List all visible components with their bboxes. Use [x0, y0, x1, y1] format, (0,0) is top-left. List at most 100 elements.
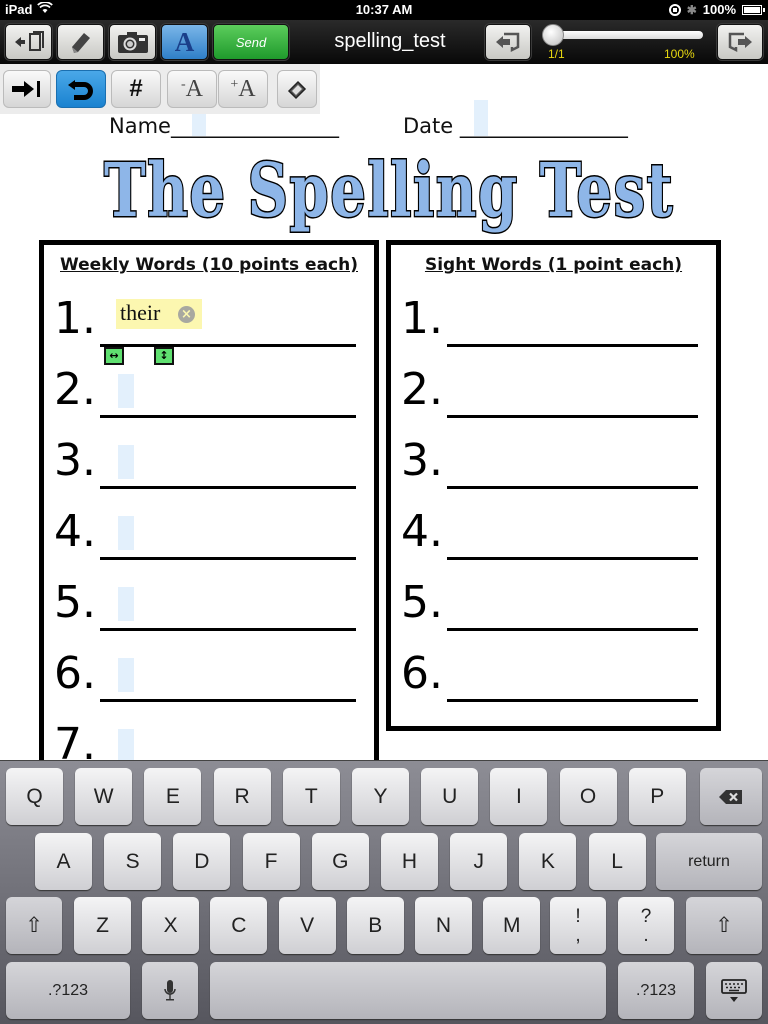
- text-tool-icon: A: [174, 26, 195, 57]
- hide-keyboard-key[interactable]: [706, 962, 762, 1019]
- answer-line: [447, 557, 698, 560]
- weekly-row: 3.: [44, 431, 374, 501]
- key-q[interactable]: Q: [6, 768, 63, 825]
- backspace-key[interactable]: [700, 768, 762, 825]
- page-indicator: 1/1: [548, 47, 565, 61]
- page-back-icon: [496, 32, 520, 53]
- text-field-cursor[interactable]: [118, 374, 134, 408]
- text-field-cursor[interactable]: [118, 516, 134, 550]
- key-e[interactable]: E: [144, 768, 202, 825]
- date-field-cursor[interactable]: [474, 100, 488, 136]
- text-field-cursor[interactable]: [118, 658, 134, 692]
- answer-line: [100, 628, 356, 631]
- increase-prefix: +: [230, 77, 239, 92]
- pen-tool-button[interactable]: [57, 24, 104, 60]
- battery-percent: 100%: [702, 2, 736, 17]
- back-to-files-button[interactable]: [5, 24, 52, 60]
- page-slider-track[interactable]: [548, 31, 703, 39]
- numbers-key-right[interactable]: .?123: [618, 962, 694, 1019]
- key-u[interactable]: U: [421, 768, 479, 825]
- sight-row-number: 2.: [401, 364, 443, 415]
- undo-button[interactable]: [56, 70, 106, 108]
- key-m[interactable]: M: [483, 897, 541, 954]
- spelling-test-title: The Spelling Test: [103, 147, 674, 236]
- key-k[interactable]: K: [519, 833, 577, 890]
- key-top-char: ?: [640, 905, 652, 927]
- camera-button[interactable]: [109, 24, 156, 60]
- text-tool-button[interactable]: A: [161, 24, 208, 60]
- pencil-icon: [71, 33, 90, 53]
- annotation-text: their: [120, 300, 161, 325]
- weekly-row: 5.: [44, 573, 374, 643]
- weekly-words-heading: Weekly Words (10 points each): [60, 255, 358, 275]
- key-r[interactable]: R: [213, 768, 271, 825]
- previous-page-button[interactable]: [485, 24, 531, 60]
- number-button[interactable]: #: [111, 70, 161, 108]
- sight-row: 5.: [391, 573, 716, 643]
- decrease-font-button[interactable]: -A: [167, 70, 217, 108]
- top-toolbar: A Send spelling_test 1/1 100%: [0, 20, 768, 64]
- weekly-row-number: 4.: [54, 506, 96, 557]
- answer-line: [447, 415, 698, 418]
- key-b[interactable]: B: [346, 897, 404, 954]
- space-bar[interactable]: [210, 962, 606, 1019]
- numbers-key-left[interactable]: .?123: [6, 962, 130, 1019]
- key-g[interactable]: G: [311, 833, 369, 890]
- dictation-key[interactable]: [142, 962, 198, 1019]
- text-annotation[interactable]: their ×: [116, 299, 202, 329]
- answer-line: [447, 344, 698, 347]
- tab-button[interactable]: [3, 70, 51, 108]
- key-c[interactable]: C: [210, 897, 268, 954]
- sight-row-number: 6.: [401, 648, 443, 699]
- annotation-delete-icon[interactable]: ×: [178, 306, 195, 323]
- eraser-icon: [287, 80, 307, 100]
- document-title: spelling_test: [334, 30, 446, 52]
- shift-key-right[interactable]: ⇧: [686, 897, 762, 954]
- key-exclaim-comma[interactable]: !,: [550, 897, 606, 954]
- key-i[interactable]: I: [490, 768, 548, 825]
- text-field-cursor[interactable]: [118, 445, 134, 479]
- key-z[interactable]: Z: [74, 897, 131, 954]
- onscreen-keyboard: Q W E R T Y U I O P A S D F G H J K Lreturn ⇧ Z X C V B N M!,?. ⇧.?…: [0, 760, 768, 1024]
- name-field-label: Name________________: [109, 114, 339, 138]
- date-field-label: Date ________________: [403, 114, 628, 138]
- key-t[interactable]: T: [282, 768, 340, 825]
- key-w[interactable]: W: [75, 768, 133, 825]
- key-p[interactable]: P: [628, 768, 686, 825]
- back-to-files-icon: [14, 31, 44, 51]
- text-field-cursor[interactable]: [118, 729, 134, 760]
- send-button[interactable]: Send: [213, 24, 289, 60]
- sight-row-number: 4.: [401, 506, 443, 557]
- key-y[interactable]: Y: [352, 768, 409, 825]
- answer-line: [100, 557, 356, 560]
- weekly-row: 6.: [44, 644, 374, 714]
- key-l[interactable]: L: [588, 833, 646, 890]
- camera-icon: [117, 32, 148, 53]
- increase-font-button[interactable]: + A: [218, 70, 268, 108]
- next-page-button[interactable]: [717, 24, 763, 60]
- key-x[interactable]: X: [142, 897, 200, 954]
- text-field-cursor[interactable]: [118, 587, 134, 621]
- sight-row: 6.: [391, 644, 716, 714]
- key-n[interactable]: N: [415, 897, 472, 954]
- key-f[interactable]: F: [242, 833, 300, 890]
- key-d[interactable]: D: [173, 833, 231, 890]
- key-j[interactable]: J: [450, 833, 508, 890]
- key-bottom-char: .: [643, 924, 649, 946]
- eraser-button[interactable]: [277, 70, 317, 108]
- battery-icon: [742, 4, 765, 15]
- shift-key-left[interactable]: ⇧: [6, 897, 62, 954]
- key-v[interactable]: V: [278, 897, 336, 954]
- key-s[interactable]: S: [104, 833, 162, 890]
- key-h[interactable]: H: [381, 833, 438, 890]
- sight-words-box: Sight Words (1 point each) 1. 2. 3. 4. 5. 6.: [386, 240, 721, 731]
- document-canvas[interactable]: Name________________ Date ______________…: [0, 64, 768, 760]
- return-key[interactable]: return: [656, 833, 762, 890]
- answer-line: [447, 628, 698, 631]
- answer-line: [100, 344, 356, 347]
- key-a[interactable]: A: [35, 833, 92, 890]
- weekly-row: 4.: [44, 502, 374, 572]
- key-question-period[interactable]: ?.: [618, 897, 674, 954]
- page-slider-thumb[interactable]: [542, 24, 564, 46]
- key-o[interactable]: O: [559, 768, 617, 825]
